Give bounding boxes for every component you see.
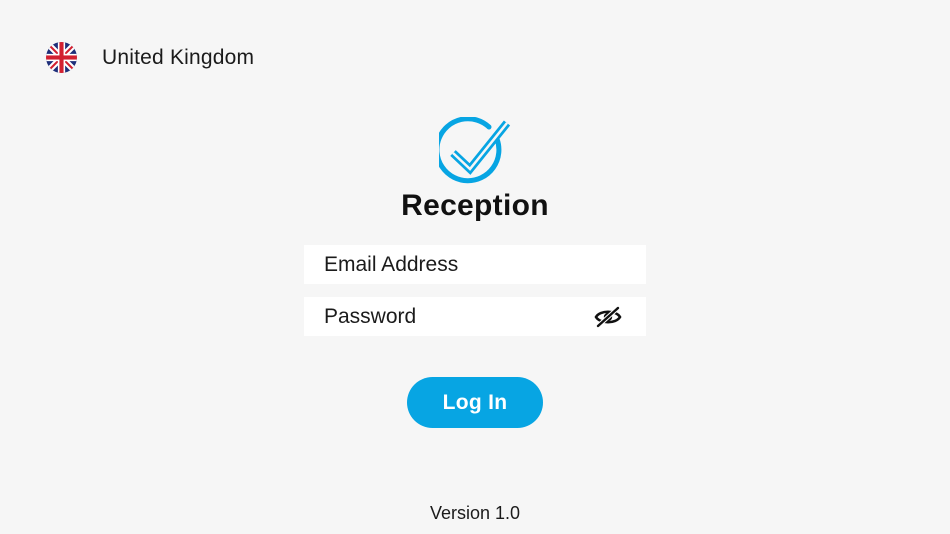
app-title: Reception bbox=[401, 189, 549, 222]
password-field-container bbox=[304, 297, 646, 336]
checkmark-circle-icon bbox=[439, 117, 511, 184]
login-button[interactable]: Log In bbox=[407, 377, 543, 428]
region-label: United Kingdom bbox=[102, 45, 255, 69]
password-input[interactable] bbox=[324, 304, 574, 329]
version-label: Version 1.0 bbox=[429, 503, 521, 523]
eye-slash-icon[interactable] bbox=[594, 305, 622, 329]
uk-flag-icon bbox=[46, 42, 77, 73]
region-selector[interactable]: United Kingdom bbox=[46, 42, 254, 73]
email-input[interactable] bbox=[324, 252, 574, 277]
email-field-container bbox=[304, 245, 646, 284]
